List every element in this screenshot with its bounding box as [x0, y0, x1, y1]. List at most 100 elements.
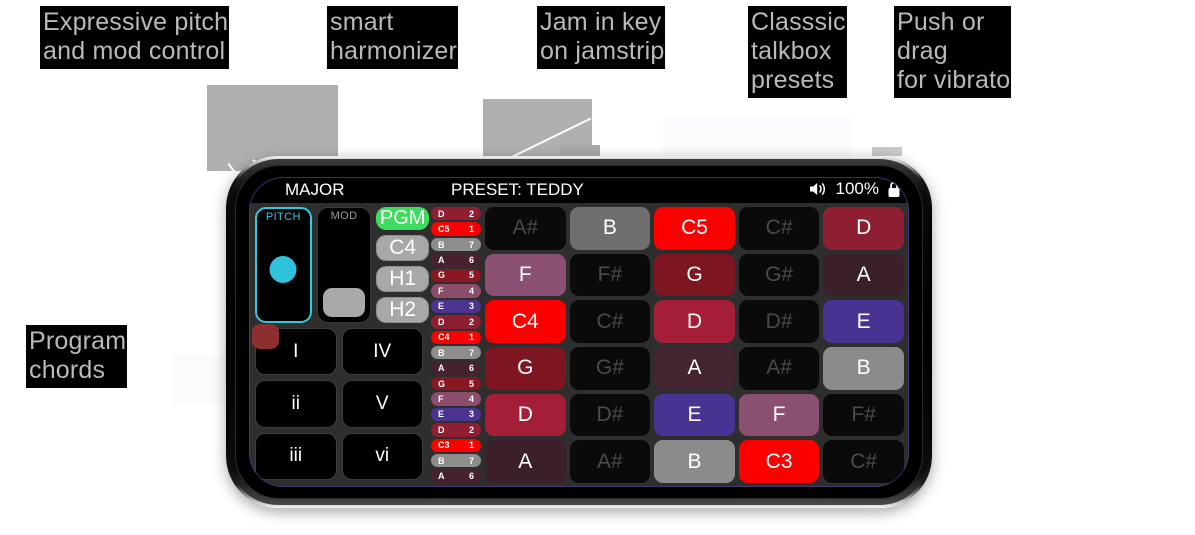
note-pad[interactable]: A — [485, 440, 566, 483]
jamstrip-cell[interactable]: C4 1 — [431, 330, 481, 344]
jamstrip-cell[interactable]: A6 — [431, 253, 481, 267]
note-pad[interactable]: C3 — [738, 440, 820, 483]
note-pad[interactable]: A — [654, 347, 735, 390]
pgm-button[interactable]: PGM — [376, 207, 430, 230]
pads-row: PITCH MOD PGM C4 H1 H2 — [255, 207, 430, 323]
note-pad[interactable]: E — [823, 300, 904, 343]
jamstrip-cell[interactable]: D2 — [431, 315, 481, 329]
note-pad[interactable]: G# — [738, 253, 820, 297]
jamstrip-degree: 2 — [468, 208, 474, 219]
jamstrip-note: A — [438, 255, 445, 266]
note-pad[interactable]: F# — [569, 253, 651, 297]
jamstrip-degree: 1 — [468, 332, 474, 343]
note-pad[interactable]: F — [738, 393, 820, 437]
jamstrip-cell[interactable]: D2 — [431, 207, 481, 221]
note-pad[interactable]: C# — [738, 207, 820, 250]
note-pad[interactable]: D# — [569, 393, 651, 437]
note-pad[interactable]: D — [654, 300, 735, 343]
note-pad[interactable]: C# — [823, 440, 904, 483]
note-pad[interactable]: B — [823, 347, 904, 390]
preset-label[interactable]: PRESET: TEDDY — [451, 180, 584, 200]
chord-pad-grid: I IV ii V iii vi — [252, 324, 423, 480]
mod-label: MOD — [330, 210, 358, 222]
mod-ribbon[interactable]: MOD — [316, 207, 372, 323]
jamstrip-note: B — [438, 239, 445, 250]
jamstrip-note: E — [438, 409, 445, 420]
jamstrip-cell[interactable]: A6 — [431, 469, 481, 483]
jamstrip-note: B — [438, 347, 445, 358]
note-pad[interactable]: B — [654, 440, 735, 483]
chord-pad-IV[interactable]: IV — [341, 328, 423, 376]
note-pad[interactable]: E — [654, 393, 735, 437]
jamstrip-cell[interactable]: A6 — [431, 361, 481, 375]
jamstrip[interactable]: D 2 C5 1 B 7 A 6 G 5 F 4 E 3 D 2 C4 1 B 7 A 6 G 5 F 4 E 3 D 2 C3 1 B 7 A 6 — [429, 203, 483, 487]
pitch-label: PITCH — [265, 211, 301, 223]
jamstrip-cell[interactable]: D2 — [431, 423, 481, 437]
jamstrip-degree: 6 — [468, 363, 474, 374]
callout-harmonizer: smart harmonizer — [327, 6, 459, 69]
jamstrip-cell[interactable]: F4 — [431, 284, 481, 298]
speaker-icon — [808, 181, 828, 197]
jamstrip-cell[interactable]: F4 — [431, 392, 481, 406]
note-grid[interactable]: A# B C5 C# D F F# G G# A C4 C# D D# E G G# A A# B D D# E F F# A A#… — [483, 203, 909, 487]
jamstrip-degree: 2 — [468, 316, 474, 327]
note-pad[interactable]: B — [569, 207, 651, 250]
harmony-h1-button[interactable]: H1 — [376, 266, 430, 292]
app-body: PITCH MOD PGM C4 H1 H2 I IV ii V iii vi … — [249, 203, 909, 487]
pitch-knob[interactable] — [269, 256, 297, 283]
pitch-ribbon[interactable]: PITCH — [255, 207, 312, 323]
jamstrip-degree: 5 — [468, 378, 474, 389]
jamstrip-degree: 3 — [468, 409, 474, 420]
jamstrip-degree: 5 — [468, 270, 474, 281]
note-pad[interactable]: G# — [569, 347, 651, 390]
note-pad[interactable]: A# — [485, 207, 566, 250]
jamstrip-cell[interactable]: B7 — [431, 345, 481, 360]
jamstrip-cell[interactable]: E3 — [431, 407, 481, 422]
note-pad[interactable]: A — [823, 253, 904, 297]
note-pad[interactable]: C5 — [654, 207, 735, 250]
scale-label[interactable]: MAJOR — [285, 180, 345, 200]
volume-label: 100% — [835, 179, 879, 198]
note-pad[interactable]: C# — [569, 300, 651, 343]
jamstrip-note: A — [438, 471, 445, 482]
mode-button-column: PGM C4 H1 H2 — [376, 207, 430, 323]
jamstrip-note: G — [438, 270, 446, 281]
note-pad[interactable]: D — [823, 207, 904, 250]
jamstrip-cell[interactable]: B7 — [431, 454, 481, 468]
key-c4-button[interactable]: C4 — [376, 235, 430, 261]
note-pad[interactable]: G — [485, 347, 566, 390]
harmony-h2-button[interactable]: H2 — [376, 297, 430, 323]
jamstrip-note: D — [438, 208, 445, 219]
note-pad[interactable]: C4 — [485, 300, 566, 343]
callout-jamstrip: Jam in key on jamstrip — [537, 6, 666, 69]
note-pad[interactable]: A# — [569, 440, 651, 483]
note-pad[interactable]: G — [654, 253, 735, 297]
jamstrip-note: F — [438, 393, 444, 404]
note-pad[interactable]: F — [485, 253, 566, 297]
mod-pad-handle[interactable] — [322, 288, 365, 317]
jamstrip-degree: 6 — [468, 255, 474, 266]
chord-pad-V[interactable]: V — [341, 380, 423, 428]
callout-talkbox: Classsic talkbox presets — [748, 6, 847, 98]
jamstrip-degree: 1 — [468, 440, 474, 451]
jamstrip-cell[interactable]: C3 1 — [431, 438, 481, 452]
jamstrip-cell[interactable]: E3 — [431, 299, 481, 314]
jamstrip-note: D — [438, 316, 445, 327]
note-pad[interactable]: D# — [738, 300, 820, 343]
note-pad[interactable]: D — [485, 393, 566, 437]
note-pad[interactable]: A# — [738, 347, 820, 390]
jamstrip-degree: 4 — [468, 285, 474, 296]
jamstrip-cell[interactable]: B7 — [431, 237, 481, 252]
jamstrip-cell[interactable]: G5 — [431, 268, 481, 283]
artifact-block-notch-right — [872, 147, 902, 156]
jamstrip-degree: 7 — [468, 239, 474, 250]
jamstrip-cell[interactable]: C5 1 — [431, 222, 481, 236]
jamstrip-degree: 2 — [468, 424, 474, 435]
jamstrip-note: C3 — [438, 440, 450, 451]
lock-icon[interactable] — [887, 181, 901, 198]
chord-pad-vi[interactable]: vi — [341, 432, 423, 480]
chord-pad-ii[interactable]: ii — [255, 380, 337, 428]
note-pad[interactable]: F# — [823, 393, 904, 437]
jamstrip-cell[interactable]: G5 — [431, 376, 481, 391]
chord-pad-iii[interactable]: iii — [255, 432, 337, 480]
